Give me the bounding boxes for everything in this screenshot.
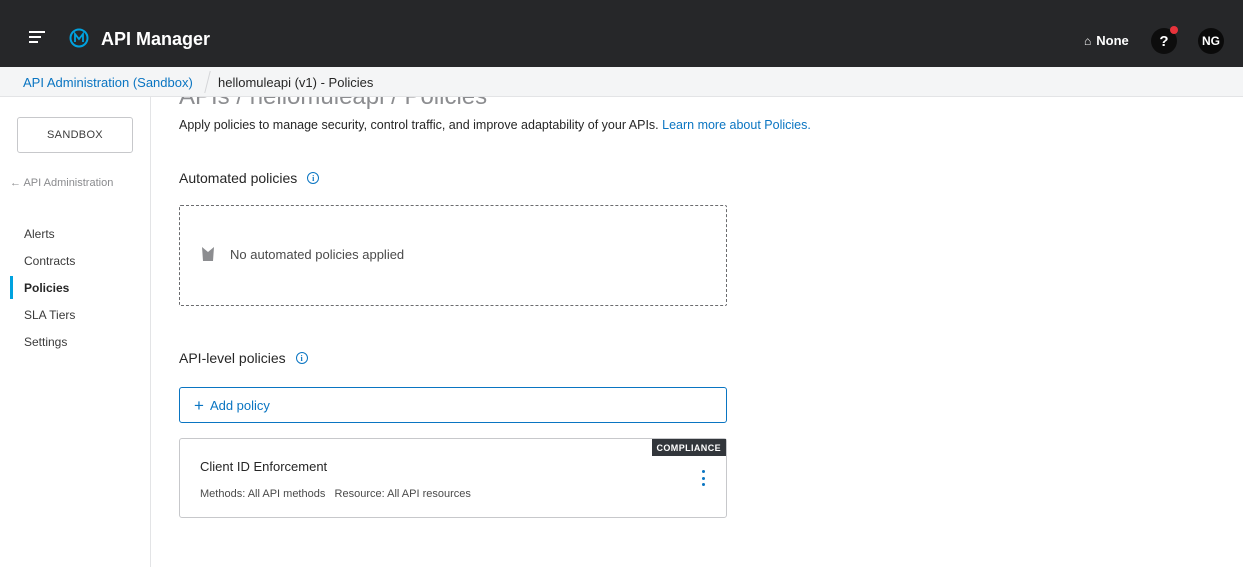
automated-policies-section-title: Automated policies i — [179, 170, 320, 186]
environment-label: None — [1096, 33, 1129, 48]
notification-dot — [1170, 26, 1178, 34]
add-policy-label: Add policy — [209, 397, 270, 413]
api-level-policies-section-title: API-level policies i — [179, 350, 308, 366]
mulesoft-logo-icon — [69, 28, 89, 48]
sidebar: SANDBOX ← API Administration Alerts Cont… — [0, 97, 151, 567]
policy-resource: Resource: All API resources — [334, 488, 471, 500]
intro-text: Apply policies to manage security, contr… — [179, 118, 811, 132]
top-navigation-bar: API Manager ⌂ None ? NG — [0, 0, 1243, 67]
add-policy-button[interactable]: + Add policy — [179, 387, 727, 423]
sidebar-item-settings[interactable]: Settings — [0, 328, 150, 355]
info-icon[interactable]: i — [307, 172, 320, 184]
learn-more-link[interactable]: Learn more about Policies. — [662, 118, 811, 132]
api-level-policies-title: API-level policies — [179, 350, 286, 366]
policy-name: Client ID Enforcement — [200, 459, 328, 474]
more-options-icon[interactable] — [700, 470, 706, 486]
empty-policy-icon — [201, 246, 215, 262]
environment-button[interactable]: SANDBOX — [17, 117, 133, 153]
policy-meta: Methods: All API methods Resource: All A… — [200, 488, 471, 500]
back-to-api-administration-link[interactable]: ← API Administration — [10, 177, 113, 189]
empty-state-text: No automated policies applied — [230, 247, 405, 262]
page-title: APIs / hellomuleapi / Policies — [179, 97, 487, 111]
automated-policies-empty-state: No automated policies applied — [179, 205, 727, 306]
policy-card[interactable]: COMPLIANCE Client ID Enforcement Methods… — [179, 438, 727, 518]
breadcrumb-current: hellomuleapi (v1) - Policies — [218, 75, 374, 90]
automated-policies-title: Automated policies — [179, 170, 298, 186]
intro-description: Apply policies to manage security, contr… — [179, 118, 659, 132]
sidebar-item-alerts[interactable]: Alerts — [0, 220, 150, 247]
main-content: APIs / hellomuleapi / Policies Apply pol… — [151, 97, 1243, 567]
breadcrumb-separator — [204, 71, 211, 93]
sidebar-item-contracts[interactable]: Contracts — [0, 247, 150, 274]
compliance-badge: COMPLIANCE — [651, 439, 726, 456]
user-avatar[interactable]: NG — [1198, 28, 1224, 54]
sidebar-item-sla-tiers[interactable]: SLA Tiers — [0, 301, 150, 328]
breadcrumb: API Administration (Sandbox) hellomuleap… — [0, 67, 1243, 97]
hamburger-menu-icon[interactable] — [29, 31, 45, 45]
environment-indicator[interactable]: ⌂ None — [1084, 33, 1129, 48]
sidebar-item-policies[interactable]: Policies — [0, 274, 150, 301]
plus-icon: + — [194, 395, 204, 415]
breadcrumb-api-administration[interactable]: API Administration (Sandbox) — [23, 75, 193, 90]
info-icon[interactable]: i — [295, 352, 308, 364]
policy-methods: Methods: All API methods — [200, 488, 326, 500]
sidebar-nav: Alerts Contracts Policies SLA Tiers Sett… — [0, 220, 150, 355]
building-icon: ⌂ — [1084, 33, 1092, 48]
app-title[interactable]: API Manager — [101, 29, 210, 50]
